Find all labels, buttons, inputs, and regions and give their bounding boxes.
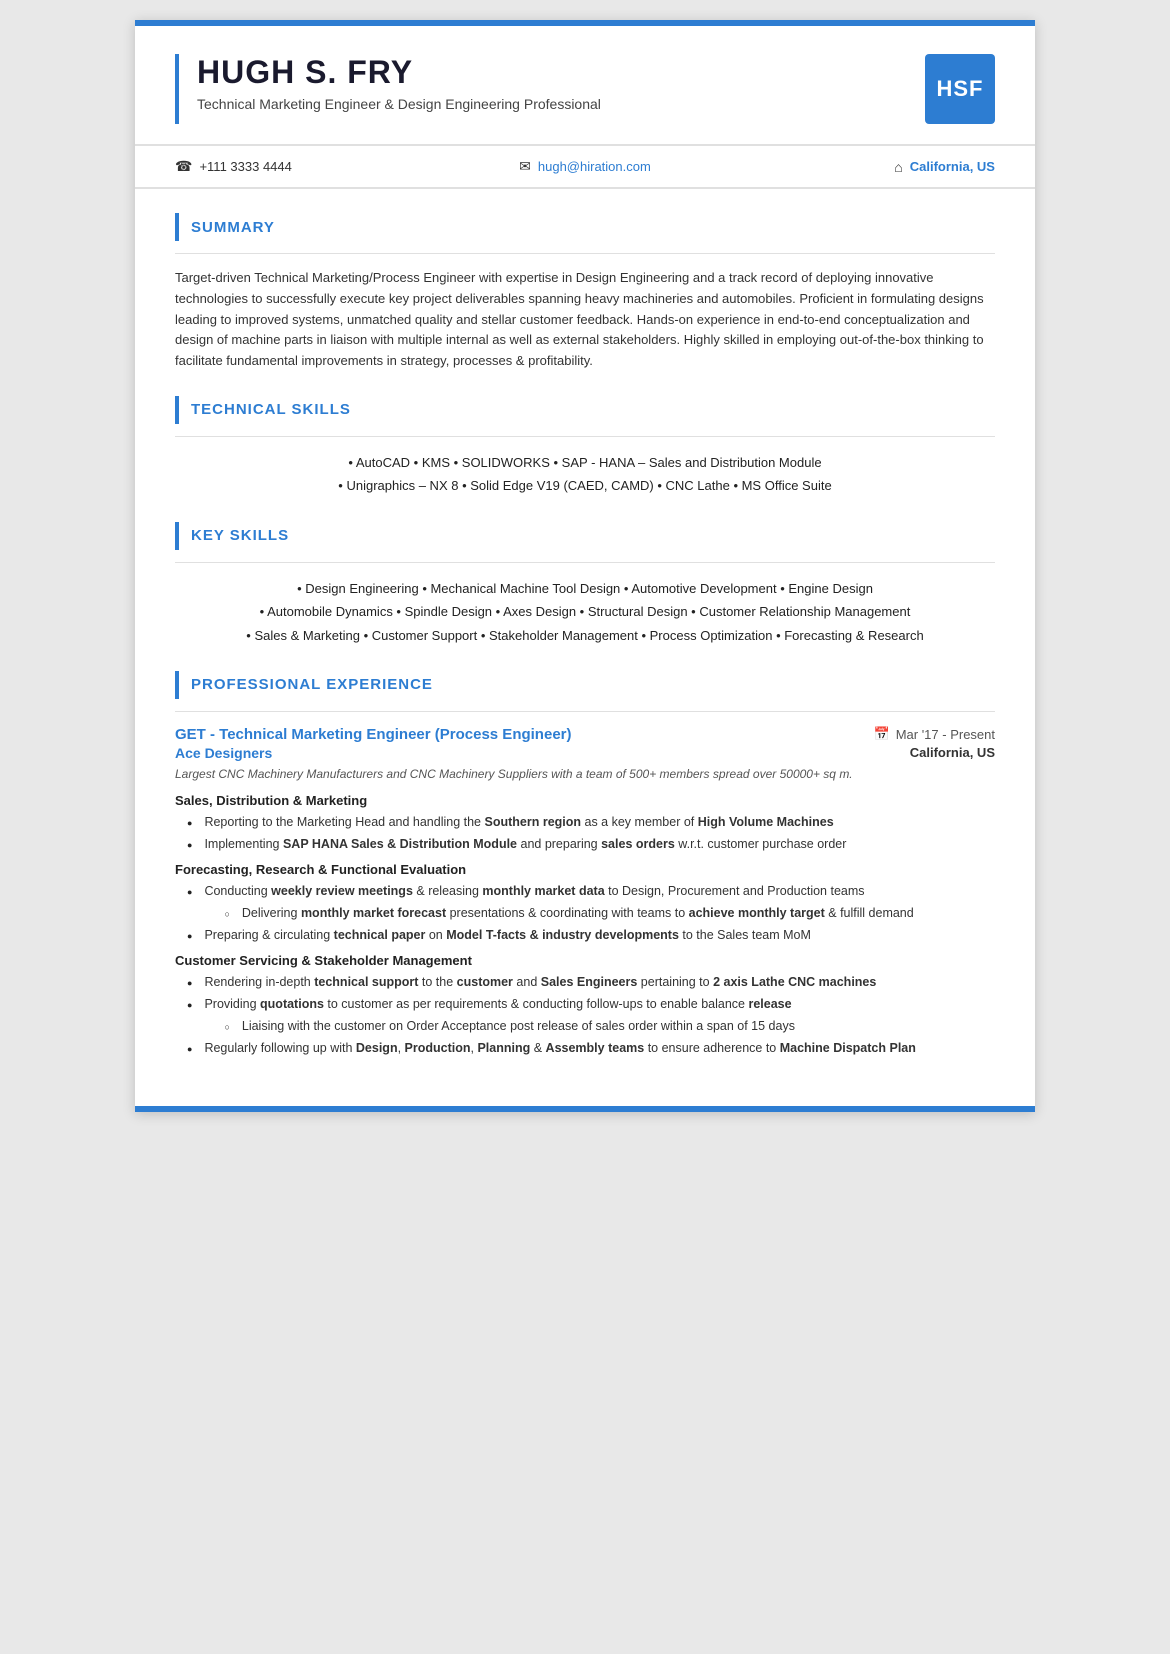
- bullet-forecast-2-text: Preparing & circulating technical paper …: [204, 925, 811, 945]
- subsection-forecast-title: Forecasting, Research & Functional Evalu…: [175, 862, 995, 877]
- email-icon: [519, 158, 531, 175]
- technical-skills-accent: [175, 396, 179, 424]
- contact-location: California, US: [722, 159, 995, 175]
- key-skills-section: KEY SKILLS • Design Engineering • Mechan…: [175, 522, 995, 647]
- summary-accent: [175, 213, 179, 241]
- subsection-customer-bullets: Rendering in-depth technical support to …: [175, 972, 995, 1058]
- subsection-customer-title: Customer Servicing & Stakeholder Managem…: [175, 953, 995, 968]
- job1-company-row: Ace Designers California, US: [175, 745, 995, 761]
- experience-title: PROFESSIONAL EXPERIENCE: [191, 676, 433, 693]
- bullet-forecast-2: Preparing & circulating technical paper …: [187, 925, 995, 945]
- bullet-customer-1-text: Rendering in-depth technical support to …: [204, 972, 876, 992]
- bottom-accent-bar: [135, 1106, 1035, 1112]
- job1-description: Largest CNC Machinery Manufacturers and …: [175, 765, 995, 783]
- sub-bullets-forecast: Delivering monthly market forecast prese…: [204, 903, 913, 923]
- key-skills-accent: [175, 522, 179, 550]
- summary-header: SUMMARY: [175, 213, 995, 241]
- job1-company: Ace Designers: [175, 745, 272, 761]
- key-skills-title: KEY SKILLS: [191, 527, 289, 544]
- bullet-sales-2: Implementing SAP HANA Sales & Distributi…: [187, 834, 995, 854]
- bullet-customer-2-text: Providing quotations to customer as per …: [204, 994, 795, 1036]
- technical-skills-section: TECHNICAL SKILLS • AutoCAD • KMS • SOLID…: [175, 396, 995, 498]
- technical-skills-title: TECHNICAL SKILLS: [191, 401, 351, 418]
- key-skills-list: • Design Engineering • Mechanical Machin…: [175, 577, 995, 647]
- job1-header: GET - Technical Marketing Engineer (Proc…: [175, 726, 995, 743]
- subsection-forecast-bullets: Conducting weekly review meetings & rele…: [175, 881, 995, 945]
- candidate-title: Technical Marketing Engineer & Design En…: [197, 96, 925, 112]
- key-skills-line1: • Design Engineering • Mechanical Machin…: [175, 577, 995, 600]
- email-link[interactable]: hugh@hiration.com: [538, 159, 651, 174]
- header-accent-bar: [175, 54, 179, 124]
- bullet-customer-2: Providing quotations to customer as per …: [187, 994, 995, 1036]
- experience-section: PROFESSIONAL EXPERIENCE GET - Technical …: [175, 671, 995, 1058]
- bullet-forecast-1-text: Conducting weekly review meetings & rele…: [204, 881, 913, 923]
- experience-header: PROFESSIONAL EXPERIENCE: [175, 671, 995, 699]
- sub-bullet-forecast-1: Delivering monthly market forecast prese…: [224, 903, 913, 923]
- technical-skills-divider: [175, 436, 995, 437]
- technical-skills-line1: • AutoCAD • KMS • SOLIDWORKS • SAP - HAN…: [175, 451, 995, 474]
- bullet-sales-2-text: Implementing SAP HANA Sales & Distributi…: [204, 834, 846, 854]
- contact-bar: +111 3333 4444 hugh@hiration.com Califor…: [135, 146, 1035, 189]
- bullet-customer-1: Rendering in-depth technical support to …: [187, 972, 995, 992]
- resume-header: HUGH S. FRY Technical Marketing Engineer…: [135, 26, 1035, 146]
- bullet-sales-1-text: Reporting to the Marketing Head and hand…: [204, 812, 833, 832]
- bullet-customer-3-text: Regularly following up with Design, Prod…: [204, 1038, 915, 1058]
- location-text: California, US: [910, 159, 995, 174]
- experience-divider: [175, 711, 995, 712]
- key-skills-line3: • Sales & Marketing • Customer Support •…: [175, 624, 995, 647]
- contact-email: hugh@hiration.com: [448, 158, 721, 175]
- key-skills-divider: [175, 562, 995, 563]
- sub-bullet-customer-1: Liaising with the customer on Order Acce…: [224, 1016, 795, 1036]
- summary-section: SUMMARY Target-driven Technical Marketin…: [175, 213, 995, 372]
- resume-document: HUGH S. FRY Technical Marketing Engineer…: [135, 20, 1035, 1112]
- bullet-customer-3: Regularly following up with Design, Prod…: [187, 1038, 995, 1058]
- calendar-icon: 📅: [874, 726, 890, 742]
- phone-text: +111 3333 4444: [199, 159, 291, 174]
- summary-text: Target-driven Technical Marketing/Proces…: [175, 268, 995, 372]
- subsection-sales-title: Sales, Distribution & Marketing: [175, 793, 995, 808]
- job1-location: California, US: [910, 745, 995, 760]
- summary-divider: [175, 253, 995, 254]
- bullet-forecast-1: Conducting weekly review meetings & rele…: [187, 881, 995, 923]
- experience-accent: [175, 671, 179, 699]
- key-skills-header: KEY SKILLS: [175, 522, 995, 550]
- job1-date: 📅 Mar '17 - Present: [874, 726, 995, 742]
- phone-icon: [175, 158, 192, 175]
- contact-phone: +111 3333 4444: [175, 158, 448, 175]
- main-content: SUMMARY Target-driven Technical Marketin…: [135, 189, 1035, 1106]
- key-skills-line2: • Automobile Dynamics • Spindle Design •…: [175, 600, 995, 623]
- candidate-avatar: HSF: [925, 54, 995, 124]
- technical-skills-header: TECHNICAL SKILLS: [175, 396, 995, 424]
- location-icon: [894, 159, 902, 175]
- job1-title: GET - Technical Marketing Engineer (Proc…: [175, 726, 572, 743]
- sub-bullets-customer: Liaising with the customer on Order Acce…: [204, 1016, 795, 1036]
- candidate-name: HUGH S. FRY: [197, 54, 925, 91]
- technical-skills-line2: • Unigraphics – NX 8 • Solid Edge V19 (C…: [175, 474, 995, 497]
- header-name-block: HUGH S. FRY Technical Marketing Engineer…: [197, 54, 925, 124]
- summary-title: SUMMARY: [191, 219, 275, 236]
- bullet-sales-1: Reporting to the Marketing Head and hand…: [187, 812, 995, 832]
- technical-skills-list: • AutoCAD • KMS • SOLIDWORKS • SAP - HAN…: [175, 451, 995, 498]
- subsection-sales-bullets: Reporting to the Marketing Head and hand…: [175, 812, 995, 854]
